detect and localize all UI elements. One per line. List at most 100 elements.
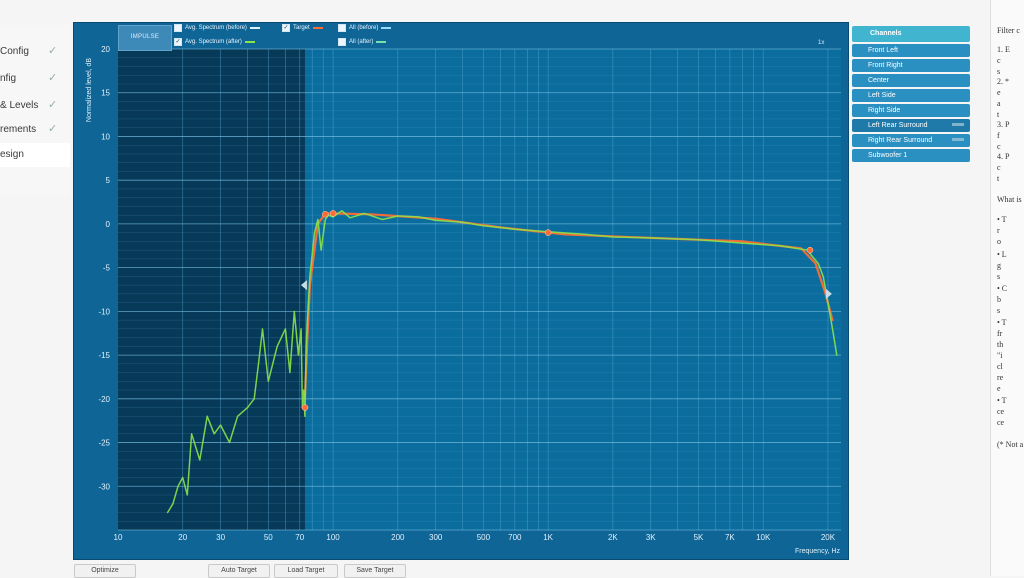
channel-label: Right Rear Surround [868,137,933,144]
channel-front-left[interactable]: Front Left [852,44,970,57]
x-tick-label: 30 [216,533,225,542]
doc-line: What is [997,195,1022,204]
doc-line: r [997,226,1000,235]
y-tick-label: -15 [98,351,110,360]
checkbox-all-after[interactable]: All (after) [338,38,387,46]
y-tick-label: -30 [98,482,110,491]
target-point [544,229,552,236]
x-tick-label: 700 [508,533,522,542]
checkbox-box[interactable]: ✓ [174,38,182,46]
x-tick-label: 300 [429,533,443,542]
doc-line: c [997,163,1001,172]
doc-line: b [997,295,1001,304]
x-tick-label: 100 [326,533,340,542]
channel-front-right[interactable]: Front Right [852,59,970,72]
target-point [806,246,814,254]
doc-line: re [997,373,1004,382]
channel-label: Center [868,77,890,84]
doc-line: "i [997,351,1003,360]
x-tick-label: 50 [264,533,273,542]
doc-line: cl [997,362,1003,371]
y-tick-label: -25 [98,439,110,448]
checkbox-label: All (before) [349,25,379,31]
doc-line: t [997,110,1000,119]
x-axis-label: Frequency, Hz [795,548,840,555]
impulse-button[interactable]: IMPULSE [118,25,172,51]
x-tick-label: 5K [694,533,704,542]
x-tick-label: 1K [543,533,553,542]
y-tick-label: -5 [103,264,111,273]
documentation-pane: Filter c 1. E c s 2. * e a t 3. P f c 4.… [990,0,1024,576]
channel-label: Left Rear Surround [868,122,928,129]
doc-line: • C [997,284,1008,293]
doc-line: Filter c [997,26,1020,35]
channel-label: Subwoofer 1 [868,152,908,159]
doc-line: 4. P [997,152,1010,161]
x-tick-label: 7K [725,533,735,542]
x-tick-label: 500 [477,533,491,542]
channel-center[interactable]: Center [852,74,970,87]
app-screen: Config ✓ nfig ✓ & Levels ✓ rements ✓ esi… [0,0,1024,578]
target-point [301,404,309,411]
channel-left-side[interactable]: Left Side [852,89,970,102]
checkbox-box[interactable]: ✓ [282,24,290,32]
link-icon [952,138,964,141]
x-tick-label: 10K [756,533,771,542]
channel-label: Left Side [868,92,896,99]
zoom-level[interactable]: 1x [818,40,824,46]
doc-line: ce [997,418,1005,427]
checkbox-all-before[interactable]: All (before) [338,24,392,32]
doc-line: s [997,272,1001,281]
legend-swatch [376,41,387,43]
target-point [329,210,337,217]
y-tick-label: 10 [101,132,110,141]
y-tick-label: -10 [98,307,110,316]
link-icon [952,123,964,126]
doc-line: e [997,384,1001,393]
doc-line: s [997,67,1001,76]
x-tick-label: 20 [178,533,187,542]
doc-line: c [997,142,1001,151]
doc-line: a [997,99,1001,108]
doc-line: g [997,261,1001,270]
channels-header: Channels [852,26,970,42]
y-tick-label: 15 [101,89,110,98]
checkbox-box[interactable] [174,24,182,32]
legend-swatch [244,41,255,43]
checkbox-target[interactable]: ✓ Target [282,24,323,32]
doc-line: e [997,88,1001,97]
doc-line: th [997,340,1004,349]
doc-line: (* Not a [997,440,1024,449]
checkbox-box[interactable] [338,38,346,46]
y-tick-label: -20 [98,395,110,404]
channel-right-rear-surround[interactable]: Right Rear Surround [852,134,970,147]
x-tick-label: 20K [821,533,836,542]
doc-line: t [997,174,1000,183]
doc-line: c [997,56,1001,65]
doc-line: • T [997,396,1007,405]
channel-left-rear-surround[interactable]: Left Rear Surround [852,119,970,132]
y-tick-label: 5 [106,176,111,185]
doc-line: f [997,131,1000,140]
channel-subwoofer-1[interactable]: Subwoofer 1 [852,149,970,162]
checkbox-avg-spectrum-after[interactable]: ✓ Avg. Spectrum (after) [174,38,255,46]
checkbox-label: All (after) [349,39,374,45]
channels-panel: Channels Front Left Front Right Center L… [852,26,970,162]
checkbox-avg-spectrum-before[interactable]: Avg. Spectrum (before) [174,24,260,32]
legend-swatch [381,27,392,29]
doc-line: fr [997,329,1003,338]
x-tick-label: 3K [646,533,656,542]
y-tick-label: 0 [106,220,111,229]
doc-line: 1. E [997,45,1010,54]
checkbox-box[interactable] [338,24,346,32]
target-point [322,211,329,218]
channel-right-side[interactable]: Right Side [852,104,970,117]
doc-line: o [997,237,1001,246]
legend-swatch [312,27,323,29]
y-tick-label: 20 [101,45,110,54]
doc-line: s [997,306,1001,315]
doc-line: • T [997,215,1007,224]
x-tick-label: 2K [608,533,618,542]
doc-line: • T [997,318,1007,327]
checkbox-label: Target [293,25,310,31]
